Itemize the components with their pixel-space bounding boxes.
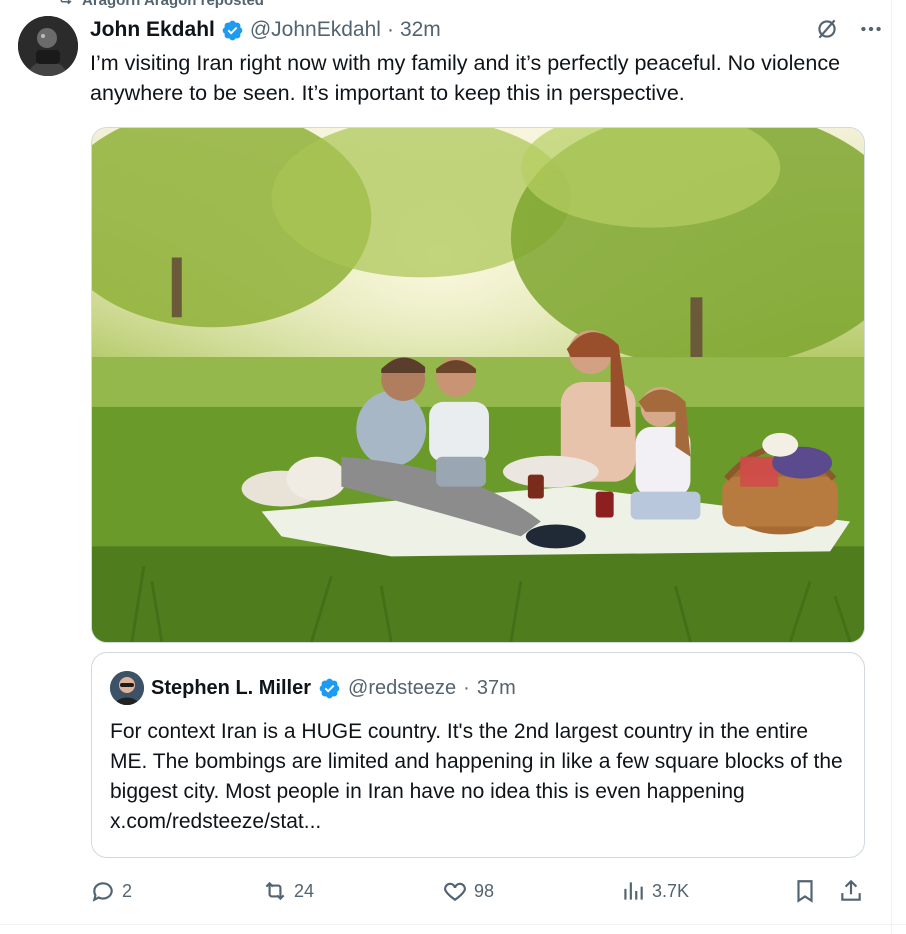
repost-button[interactable]: 24 [262, 876, 314, 906]
quoted-tweet[interactable]: Stephen L. Miller @redsteeze · 37m For c… [91, 652, 865, 858]
quote-author-name[interactable]: Stephen L. Miller [151, 677, 311, 700]
repost-count: 24 [294, 880, 315, 901]
repost-context[interactable]: Aragorn Aragon reposted [56, 0, 264, 9]
tweet-divider [0, 924, 906, 925]
quote-timestamp: 37m [476, 676, 516, 699]
author-handle[interactable]: @JohnEkdahl [250, 18, 381, 42]
reply-button[interactable]: 2 [90, 876, 132, 906]
share-icon [838, 878, 864, 904]
views-count: 3.7K [652, 880, 690, 901]
timeline-border-right [891, 0, 892, 934]
quote-verified-badge-icon [318, 677, 341, 700]
quote-separator-dot: · [463, 676, 470, 699]
tweet-text: I’m visiting Iran right now with my fami… [90, 51, 841, 105]
bookmark-icon [792, 878, 818, 904]
tweet-header-actions [814, 16, 884, 42]
more-icon[interactable] [858, 16, 884, 42]
views-icon [620, 878, 646, 904]
author-avatar[interactable] [18, 16, 78, 76]
like-count: 98 [474, 880, 495, 901]
repost-icon [56, 0, 74, 11]
repost-label: Aragorn Aragon reposted [82, 0, 264, 9]
tweet-actions: 2 24 98 3.7K [90, 876, 868, 906]
author-name[interactable]: John Ekdahl [90, 18, 215, 42]
heart-icon [442, 878, 468, 904]
like-button[interactable]: 98 [442, 876, 494, 906]
quote-header: Stephen L. Miller @redsteeze · 37m [110, 671, 516, 705]
tweet-photo[interactable] [91, 127, 865, 643]
reply-count: 2 [122, 880, 133, 901]
verified-badge-icon[interactable] [221, 19, 244, 42]
reply-icon [90, 878, 116, 904]
repost-action-icon [262, 878, 288, 904]
bookmark-button[interactable] [792, 876, 818, 906]
grok-icon[interactable] [814, 16, 840, 42]
share-button[interactable] [838, 876, 864, 906]
views-button[interactable]: 3.7K [620, 876, 689, 906]
separator-dot: · [386, 18, 394, 41]
tweet-header: John Ekdahl @JohnEkdahl · 32m [90, 14, 866, 46]
timestamp[interactable]: 32m [400, 18, 441, 42]
quote-text: For context Iran is a HUGE country. It's… [110, 720, 843, 833]
quote-author-avatar[interactable] [110, 671, 144, 705]
quote-author-handle: @redsteeze [348, 676, 457, 699]
